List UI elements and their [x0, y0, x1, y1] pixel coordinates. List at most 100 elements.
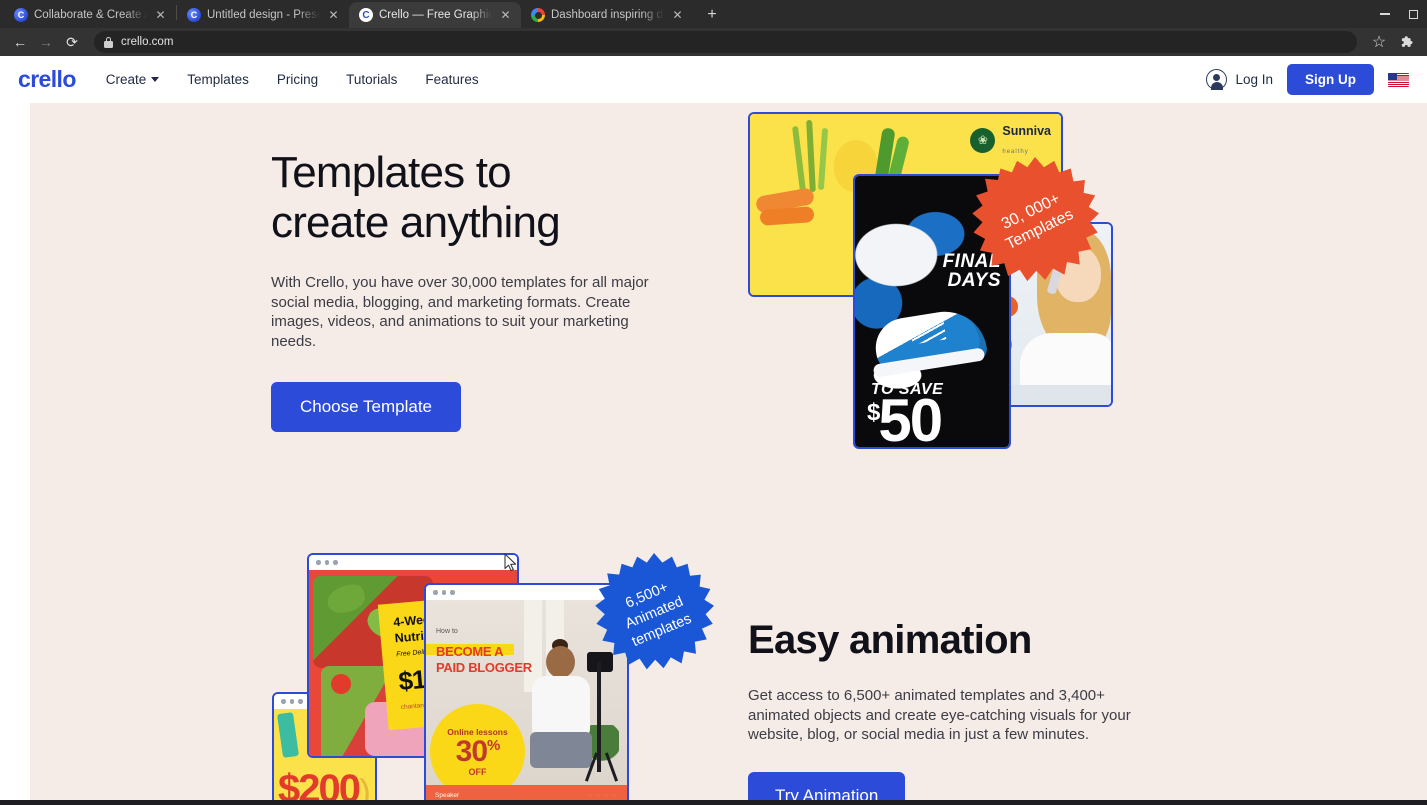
- lock-icon: [104, 36, 113, 48]
- nav-item-tutorials[interactable]: Tutorials: [346, 72, 397, 87]
- desk-shape: [995, 385, 1111, 405]
- discount-percent-value: 30: [455, 734, 488, 768]
- window-dot-icon: [333, 560, 338, 565]
- tab-close-icon[interactable]: ✕: [498, 8, 513, 23]
- tab-close-icon[interactable]: ✕: [153, 8, 168, 23]
- tab-strip: Collaborate & Create Amazing G ✕ Untitle…: [0, 0, 1427, 28]
- chevron-down-icon: [151, 77, 160, 82]
- card-window-chrome: [309, 555, 517, 570]
- page-title: Templates to create anything: [271, 148, 671, 247]
- animation-paragraph: Get access to 6,500+ animated templates …: [748, 687, 1131, 743]
- extensions-puzzle-icon[interactable]: [1395, 30, 1419, 54]
- page-content: Templates to create anything With Crello…: [0, 103, 1427, 805]
- pants-shape: [530, 732, 592, 768]
- reload-button-icon[interactable]: ⟳: [60, 30, 84, 54]
- forward-button-icon[interactable]: →: [34, 30, 58, 54]
- tomato-shape: [331, 674, 351, 694]
- footer-line1: Speaker: [435, 792, 460, 799]
- animation-text-block: Easy animation Get access to 6,500+ anim…: [748, 618, 1168, 805]
- crello-favicon-icon: [187, 8, 201, 22]
- bookmark-star-icon[interactable]: ☆: [1367, 30, 1391, 54]
- badge-text: 6,500+ Animated templates: [614, 575, 694, 652]
- card-window-chrome: [426, 585, 627, 600]
- window-dot-icon: [281, 699, 286, 704]
- crello-logo[interactable]: crello: [18, 66, 76, 93]
- template-card-paid-blogger[interactable]: How to BECOME A PAID BLOGGER Online less…: [424, 583, 629, 805]
- tab-close-icon[interactable]: ✕: [326, 8, 341, 23]
- hero-heading-line1: Templates to: [271, 148, 512, 197]
- browser-tab-3-active[interactable]: Crello — Free Graphic Design So ✕: [349, 2, 521, 28]
- animation-heading: Easy animation: [748, 618, 1032, 662]
- blogger-artwork: How to BECOME A PAID BLOGGER Online less…: [426, 600, 627, 785]
- site-navigation-bar: crello Create Templates Pricing Tutorial…: [0, 56, 1427, 103]
- window-dot-icon: [450, 590, 455, 595]
- browser-tab-1[interactable]: Collaborate & Create Amazing G ✕: [4, 2, 176, 28]
- window-dot-icon: [433, 590, 438, 595]
- crello-favicon-icon: [359, 8, 373, 22]
- nav-item-pricing[interactable]: Pricing: [277, 72, 318, 87]
- choose-template-button[interactable]: Choose Template: [271, 382, 461, 433]
- taskbar-edge: [0, 800, 1427, 805]
- window-dot-icon: [324, 560, 329, 565]
- decor-stripe-shape: [277, 712, 299, 758]
- head-shape: [546, 646, 575, 678]
- crello-favicon-icon: [14, 8, 28, 22]
- maximize-button[interactable]: [1399, 0, 1427, 28]
- window-dot-icon: [289, 699, 294, 704]
- brand-name: Sunniva: [1002, 124, 1051, 138]
- nav-item-templates[interactable]: Templates: [187, 72, 249, 87]
- final-days-line2: DAYS: [947, 270, 1001, 291]
- brand-subtitle: healthy: [1002, 149, 1029, 155]
- howto-label: How to: [436, 628, 458, 635]
- login-button[interactable]: Log In: [1206, 69, 1273, 90]
- browser-tab-2[interactable]: Untitled design - Presentation (1 ✕: [177, 2, 349, 28]
- sunniva-brand-chip: ❀ Sunniva healthy: [970, 122, 1051, 158]
- off-label: OFF: [468, 766, 487, 777]
- site-nav-links: Create Templates Pricing Tutorials Featu…: [106, 72, 479, 87]
- animation-template-collage: $200 ) while buying: [272, 549, 714, 805]
- minimize-button[interactable]: [1371, 0, 1399, 28]
- window-controls: [1371, 0, 1427, 28]
- shirt-shape: [532, 676, 590, 734]
- blogger-title-line1: BECOME A: [436, 644, 504, 659]
- address-bar-url: crello.com: [121, 36, 174, 48]
- page-viewport: crello Create Templates Pricing Tutorial…: [0, 56, 1427, 805]
- sale-amount: $50: [867, 391, 943, 448]
- window-dot-icon: [316, 560, 321, 565]
- window-dot-icon: [441, 590, 446, 595]
- leaf-badge-icon: ❀: [970, 127, 996, 153]
- discount-percent: 30%: [455, 734, 501, 768]
- hero-heading-line2: create anything: [271, 197, 561, 247]
- address-bar[interactable]: crello.com: [94, 31, 1357, 53]
- hero-text-block: Templates to create anything With Crello…: [271, 148, 671, 433]
- tab-title: Crello — Free Graphic Design So: [379, 9, 492, 21]
- hero-paragraph: With Crello, you have over 30,000 templa…: [271, 274, 649, 350]
- tab-title: Collaborate & Create Amazing G: [34, 9, 147, 21]
- badge-text: 30, 000+ Templates: [993, 187, 1076, 255]
- toolbar-actions: ☆: [1367, 30, 1419, 54]
- currency-symbol: $: [867, 399, 880, 426]
- browser-tab-4[interactable]: Dashboard inspiring designs - G ✕: [521, 2, 693, 28]
- tab-close-icon[interactable]: ✕: [670, 8, 685, 23]
- browser-window: Collaborate & Create Amazing G ✕ Untitle…: [0, 0, 1427, 805]
- hero-template-collage: ❀ Sunniva healthy FINAL DAYS TO SAVE $50…: [718, 112, 1178, 472]
- login-label: Log In: [1235, 72, 1273, 87]
- back-button-icon[interactable]: ←: [8, 30, 32, 54]
- signup-button[interactable]: Sign Up: [1287, 64, 1374, 95]
- tripod-shape: [597, 662, 601, 772]
- nav-item-create[interactable]: Create: [106, 72, 160, 87]
- tab-title: Dashboard inspiring designs - G: [551, 9, 664, 21]
- blogger-title-line2: PAID BLOGGER: [436, 660, 532, 675]
- final-days-text: FINAL DAYS: [943, 252, 1001, 290]
- site-nav-actions: Log In Sign Up: [1206, 64, 1409, 95]
- person-shape: [530, 639, 592, 771]
- nav-item-features[interactable]: Features: [425, 72, 478, 87]
- us-flag-icon[interactable]: [1388, 72, 1409, 87]
- tab-title: Untitled design - Presentation (1: [207, 9, 320, 21]
- new-tab-button[interactable]: +: [699, 4, 725, 26]
- nav-item-label: Create: [105, 72, 147, 87]
- user-avatar-icon: [1206, 69, 1228, 90]
- browser-toolbar: ← → ⟳ crello.com ☆: [0, 28, 1427, 56]
- discount-circle-badge: Online lessons 30% OFF: [430, 704, 525, 785]
- percent-symbol: %: [487, 736, 500, 754]
